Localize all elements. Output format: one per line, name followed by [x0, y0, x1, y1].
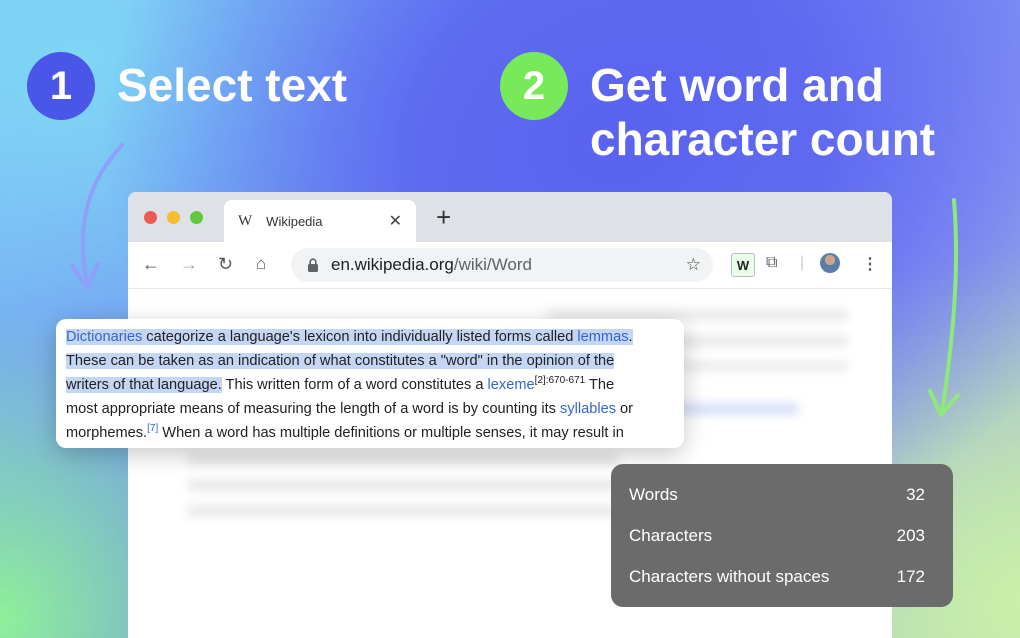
step-2-badge: 2 — [500, 52, 568, 120]
link-syllables[interactable]: syllables — [560, 401, 616, 417]
count-row-characters: Characters 203 — [629, 526, 925, 546]
window-close-dot[interactable] — [144, 211, 157, 224]
text-line-4: most appropriate means of measuring the … — [66, 397, 674, 421]
step-1-badge: 1 — [27, 52, 95, 120]
menu-dots-icon[interactable]: ⋮ — [862, 254, 878, 274]
back-icon[interactable]: ← — [142, 254, 160, 275]
link-lexeme[interactable]: lexeme — [488, 377, 535, 393]
count-label: Characters without spaces — [629, 567, 830, 586]
link-dictionaries[interactable]: Dictionaries — [66, 329, 142, 345]
browser-toolbar: ← → ↻ ⌂ en.wikipedia.org/wiki/Word ☆ W ⧉… — [128, 242, 892, 289]
address-bar[interactable]: en.wikipedia.org/wiki/Word ☆ — [291, 248, 713, 282]
text-segment: The — [585, 377, 615, 393]
new-tab-icon[interactable]: + — [436, 202, 451, 233]
word-count-popup: Words 32 Characters 203 Characters witho… — [611, 464, 953, 607]
tab-strip: W Wikipedia ✕ + — [128, 192, 892, 242]
text-segment: most appropriate means of measuring the … — [66, 401, 561, 417]
reference-7[interactable]: [7] — [147, 423, 159, 441]
count-value: 172 — [896, 567, 925, 586]
wikipedia-favicon-icon: W — [238, 212, 253, 229]
text-segment: This written form of a word constitutes … — [221, 377, 488, 393]
step-2-title: Get word and character count — [590, 59, 936, 165]
extensions-puzzle-icon[interactable]: ⧉ — [766, 254, 777, 272]
tab-close-icon[interactable]: ✕ — [389, 211, 402, 231]
text-segment: When a word has multiple definitions or … — [158, 425, 624, 441]
step-2: 2 Get word and character count — [500, 52, 990, 166]
bookmark-star-icon[interactable]: ☆ — [686, 255, 701, 275]
text-line-3: writers of that language. This written f… — [66, 373, 674, 397]
tab-wikipedia[interactable]: W Wikipedia ✕ — [224, 200, 416, 242]
count-label: Words — [629, 485, 678, 504]
step-1-title: Select text — [117, 59, 348, 111]
url-path: /wiki/Word — [453, 255, 532, 274]
count-row-words: Words 32 — [629, 485, 925, 505]
lock-icon — [308, 258, 318, 272]
text-line-1: Dictionaries categorize a language's lex… — [66, 325, 674, 349]
text-segment: or — [616, 401, 634, 417]
text-line-2: These can be taken as an indication of w… — [66, 349, 674, 373]
word-count-extension-icon[interactable]: W — [731, 253, 755, 277]
text-line-5: morphemes.[7] When a word has multiple d… — [66, 421, 674, 445]
text-segment: These can be taken as an indication of w… — [66, 353, 615, 369]
forward-icon[interactable]: → — [180, 254, 198, 275]
text-segment: writers of that language. — [66, 377, 222, 393]
text-segment: morphemes. — [66, 425, 148, 441]
count-label: Characters — [629, 526, 713, 545]
step-1: 1 Select text — [27, 52, 347, 120]
reference-7-label: [7] — [147, 423, 159, 435]
window-maximize-dot[interactable] — [190, 211, 203, 224]
selected-text-card[interactable]: Dictionaries categorize a language's lex… — [56, 319, 684, 448]
profile-avatar[interactable] — [820, 253, 840, 273]
window-minimize-dot[interactable] — [167, 211, 180, 224]
tab-title: Wikipedia — [266, 213, 323, 229]
count-value: 203 — [896, 526, 925, 545]
count-row-characters-no-spaces: Characters without spaces 172 — [629, 567, 925, 587]
reference-2[interactable]: [2]:670-671 — [535, 375, 586, 386]
toolbar-divider: | — [800, 254, 805, 271]
right-arrow-icon — [928, 198, 960, 417]
count-value: 32 — [906, 485, 925, 504]
text-segment: categorize a language's lexicon into ind… — [142, 329, 578, 345]
text-segment: . — [628, 329, 633, 345]
reload-icon[interactable]: ↻ — [218, 254, 233, 275]
home-icon[interactable]: ⌂ — [256, 254, 266, 274]
link-lemmas[interactable]: lemmas — [577, 329, 628, 345]
blurred-article-background-lower — [188, 454, 618, 524]
url-host: en.wikipedia.org — [331, 255, 454, 274]
